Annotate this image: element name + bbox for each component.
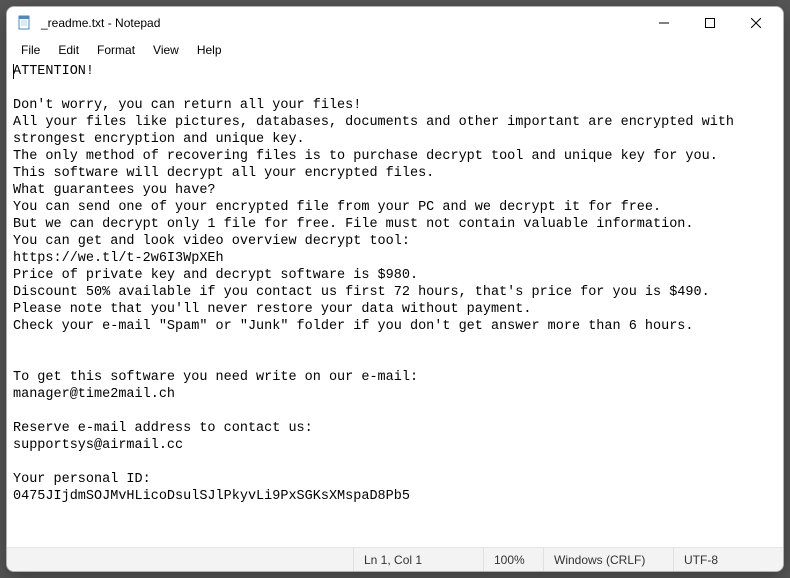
window-title: _readme.txt - Notepad <box>41 16 641 30</box>
menu-file[interactable]: File <box>13 41 48 59</box>
status-spacer <box>7 548 353 571</box>
window-controls <box>641 7 779 39</box>
menu-format[interactable]: Format <box>89 41 143 59</box>
minimize-button[interactable] <box>641 7 687 39</box>
status-zoom: 100% <box>483 548 543 571</box>
titlebar[interactable]: _readme.txt - Notepad <box>7 7 783 39</box>
status-line-ending: Windows (CRLF) <box>543 548 673 571</box>
status-encoding: UTF-8 <box>673 548 783 571</box>
status-position: Ln 1, Col 1 <box>353 548 483 571</box>
text-area[interactable]: ATTENTION! Don't worry, you can return a… <box>7 61 783 547</box>
document-text: ATTENTION! Don't worry, you can return a… <box>13 64 742 504</box>
statusbar: Ln 1, Col 1 100% Windows (CRLF) UTF-8 <box>7 547 783 571</box>
close-button[interactable] <box>733 7 779 39</box>
menu-view[interactable]: View <box>145 41 187 59</box>
notepad-icon <box>17 15 33 31</box>
notepad-window: _readme.txt - Notepad File Edit Format V… <box>6 6 784 572</box>
maximize-button[interactable] <box>687 7 733 39</box>
menu-help[interactable]: Help <box>189 41 230 59</box>
menu-edit[interactable]: Edit <box>50 41 87 59</box>
menubar: File Edit Format View Help <box>7 39 783 61</box>
